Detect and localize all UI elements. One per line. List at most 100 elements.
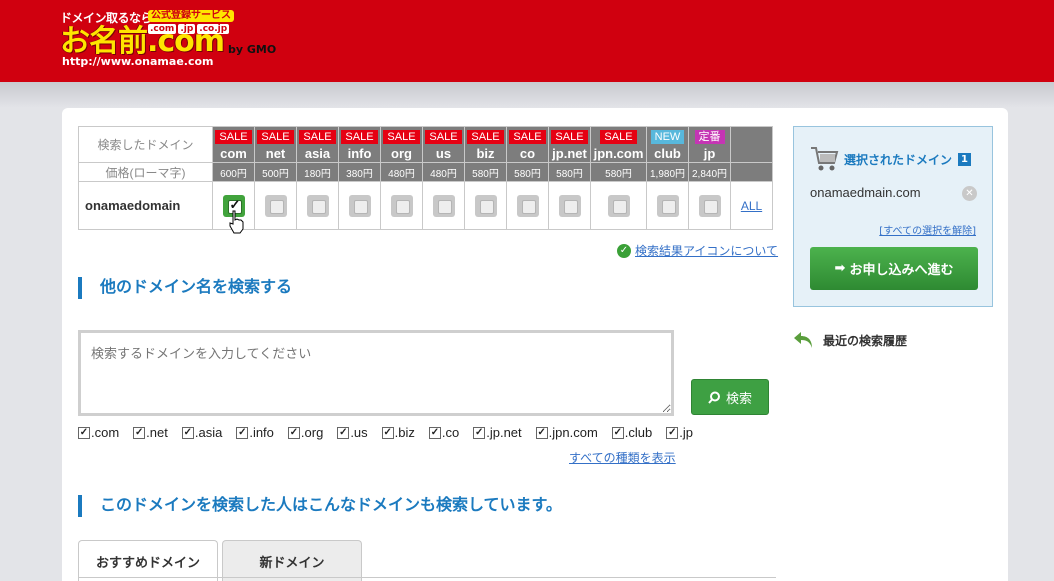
arrow-right-icon: ➡ — [834, 261, 846, 276]
select-all-link[interactable]: ALL — [741, 199, 762, 213]
related-search-title: このドメインを検索した人はこんなドメインも検索しています。 — [78, 495, 562, 517]
tld-column-jp: 定番 jp — [688, 126, 731, 163]
icon-info-row: ✓ 検索結果アイコンについて — [617, 242, 778, 259]
remove-domain-icon[interactable]: ✕ — [962, 186, 977, 201]
tld-option[interactable]: ✓ .jp — [666, 425, 693, 440]
checkbox-icon[interactable]: ✓ — [381, 426, 394, 439]
checkbox-icon[interactable]: ✓ — [133, 426, 146, 439]
price-jpnet: 580円 — [548, 162, 591, 182]
tld-option[interactable]: ✓ .jpn.com — [535, 425, 598, 440]
tab-new-domains[interactable]: 新ドメイン — [222, 540, 362, 581]
logo-by-gmo: by GMO — [228, 43, 277, 56]
result-checkbox-jp[interactable] — [698, 194, 721, 217]
search-button[interactable]: 検索 — [691, 379, 769, 415]
search-history-link[interactable]: 最近の検索履歴 — [793, 330, 907, 350]
tld-column-asia: SALE asia — [296, 126, 339, 163]
tld-column-biz: SALE biz — [464, 126, 507, 163]
tab-recommended[interactable]: おすすめドメイン — [78, 540, 218, 581]
price-asia: 180円 — [296, 162, 339, 182]
checkbox-icon[interactable]: ✓ — [473, 426, 486, 439]
domain-search-input[interactable] — [78, 330, 674, 416]
checkbox-icon[interactable]: ✓ — [181, 426, 194, 439]
searched-domain-name: onamaedomain — [78, 181, 213, 230]
tld-option[interactable]: ✓ .asia — [181, 425, 222, 440]
clear-all-link[interactable]: [すべての選択を解除] — [879, 222, 976, 237]
result-checkbox-net[interactable] — [264, 194, 287, 217]
selected-header: 選択されたドメイン 1 — [810, 145, 971, 173]
result-checkbox-org[interactable] — [390, 194, 413, 217]
result-check-cell — [254, 181, 297, 230]
selected-count-badge: 1 — [958, 152, 971, 166]
checkbox-icon[interactable]: ✓ — [236, 426, 249, 439]
result-checkbox-club[interactable] — [656, 194, 679, 217]
result-checkbox-biz[interactable] — [474, 194, 497, 217]
searched-domain-label: 検索したドメイン — [78, 126, 213, 163]
checkbox-icon[interactable]: ✓ — [666, 426, 679, 439]
price-biz: 580円 — [464, 162, 507, 182]
tld-column-jpnet: SALE jp.net — [548, 126, 591, 163]
table-corner — [730, 126, 773, 163]
tld-option-list: ✓ .com ✓ .net ✓ .asia ✓ .info ✓ .org ✓ .us ✓ .b… — [78, 425, 707, 440]
site-header: ドメイン取るなら 公式登録サービス .com .jp .co.jp お名前.com … — [0, 0, 1054, 82]
tld-column-co: SALE co — [506, 126, 549, 163]
proceed-button[interactable]: ➡ お申し込みへ進む — [810, 247, 978, 290]
tld-option[interactable]: ✓ .co — [428, 425, 459, 440]
result-checkbox-info[interactable] — [348, 194, 371, 217]
price-org: 480円 — [380, 162, 423, 182]
search-result-table: 検索したドメイン SALE com SALE net SALE asia SALE in… — [78, 126, 773, 230]
result-checkbox-us[interactable] — [432, 194, 455, 217]
cart-icon — [811, 147, 839, 171]
price-co: 580円 — [506, 162, 549, 182]
tab-divider — [78, 577, 776, 578]
undo-arrow-icon — [794, 332, 812, 348]
result-check-cell — [548, 181, 591, 230]
logo-url: http://www.onamae.com — [62, 55, 214, 68]
result-check-cell — [506, 181, 549, 230]
result-check-cell — [422, 181, 465, 230]
logo-official-badge: 公式登録サービス — [148, 10, 234, 22]
tld-option[interactable]: ✓ .com — [78, 425, 119, 440]
result-checkbox-asia[interactable] — [306, 194, 329, 217]
search-history-label: 最近の検索履歴 — [823, 333, 908, 348]
price-jpncom: 580円 — [590, 162, 647, 182]
result-checkbox-jpncom[interactable] — [607, 194, 630, 217]
tld-option[interactable]: ✓ .info — [236, 425, 274, 440]
result-checkbox-jpnet[interactable] — [558, 194, 581, 217]
checkbox-icon[interactable]: ✓ — [428, 426, 441, 439]
checkbox-icon[interactable]: ✓ — [337, 426, 350, 439]
result-checkbox-co[interactable] — [516, 194, 539, 217]
header-shadow-band — [0, 82, 1054, 108]
icon-info-link[interactable]: 検索結果アイコンについて — [635, 242, 778, 259]
tld-option[interactable]: ✓ .net — [133, 425, 168, 440]
onamae-logo[interactable]: ドメイン取るなら 公式登録サービス .com .jp .co.jp お名前.com … — [60, 9, 290, 69]
hand-cursor-icon — [229, 210, 244, 234]
tld-option[interactable]: ✓ .club — [611, 425, 652, 440]
result-check-cell — [464, 181, 507, 230]
checkbox-icon[interactable]: ✓ — [78, 426, 90, 439]
tld-option[interactable]: ✓ .org — [287, 425, 323, 440]
tld-column-us: SALE us — [422, 126, 465, 163]
search-button-label: 検索 — [725, 391, 752, 407]
result-check-cell — [646, 181, 689, 230]
tld-column-org: SALE org — [380, 126, 423, 163]
checkbox-icon[interactable]: ✓ — [611, 426, 624, 439]
tld-column-com: SALE com — [212, 126, 255, 163]
selected-domain-name: onamaedmain.com — [810, 185, 921, 200]
tld-option[interactable]: ✓ .biz — [381, 425, 415, 440]
price-jp: 2,840円 — [688, 162, 731, 182]
search-icon — [708, 391, 720, 404]
result-check-cell — [688, 181, 731, 230]
tld-column-net: SALE net — [254, 126, 297, 163]
tld-option[interactable]: ✓ .us — [337, 425, 368, 440]
table-corner-price — [730, 162, 773, 182]
result-check-cell — [296, 181, 339, 230]
show-all-types-link[interactable]: すべての種類を表示 — [569, 449, 676, 466]
checkbox-icon[interactable]: ✓ — [287, 426, 300, 439]
result-check-cell — [338, 181, 381, 230]
price-club: 1,980円 — [646, 162, 689, 182]
price-us: 480円 — [422, 162, 465, 182]
checkbox-icon[interactable]: ✓ — [535, 426, 548, 439]
tld-option[interactable]: ✓ .jp.net — [473, 425, 522, 440]
price-net: 500円 — [254, 162, 297, 182]
result-check-cell — [380, 181, 423, 230]
